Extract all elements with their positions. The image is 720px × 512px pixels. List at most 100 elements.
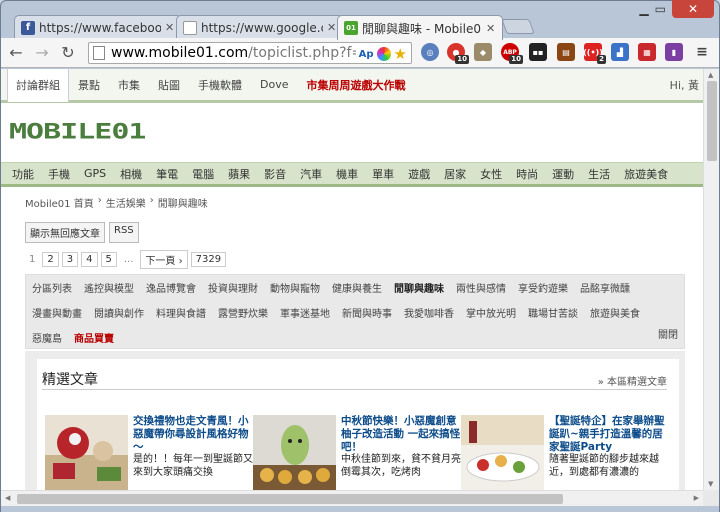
url-text[interactable]: www.mobile01.com/topiclist.php?f=37 xyxy=(111,45,356,61)
scroll-down-icon[interactable]: ▼ xyxy=(708,480,713,488)
forum-item[interactable]: 兩性與感情 xyxy=(450,275,512,300)
category-item[interactable]: 筆電 xyxy=(149,166,185,182)
featured-more-link[interactable]: » 本區精選文章 xyxy=(598,373,667,388)
topmenu-spots[interactable]: 景點 xyxy=(69,69,109,102)
featured-card[interactable]: 中秋節快樂！小惡魔創意柚子改造活動 一起來搞怪吧！ 中秋佳節到來，貧不貧月亮倒霉… xyxy=(253,415,463,490)
close-window-icon[interactable]: ✕ xyxy=(672,0,714,18)
forum-item[interactable]: 軍事迷基地 xyxy=(274,300,336,325)
last-page-link[interactable]: 7329 xyxy=(190,252,227,267)
mobile01-logo[interactable]: MOBILE01 xyxy=(9,116,146,146)
forum-item[interactable]: 享受釣遊樂 xyxy=(512,275,574,300)
scroll-left-icon[interactable]: ◀ xyxy=(5,494,10,502)
forum-item-current[interactable]: 閒聊與趣味 xyxy=(388,275,450,300)
featured-card[interactable]: 【聖誕特企】在家舉辦聖誕趴~親手打造溫馨的居家聖誕Party 隨著聖誕節的腳步越… xyxy=(461,415,671,490)
forum-item[interactable]: 動物與寵物 xyxy=(264,275,326,300)
breadcrumb-section[interactable]: 生活娛樂 xyxy=(106,195,146,210)
category-item[interactable]: 旅遊美食 xyxy=(617,166,675,182)
category-item[interactable]: 單車 xyxy=(365,166,401,182)
extension-icon[interactable]: ▮ xyxy=(665,43,683,61)
extension-icon[interactable]: ((•)) 2 xyxy=(583,43,606,64)
page-link[interactable]: 5 xyxy=(100,252,117,267)
category-item[interactable]: 電腦 xyxy=(185,166,221,182)
breadcrumb-current[interactable]: 閒聊與趣味 xyxy=(158,195,208,210)
topmenu-market[interactable]: 市集 xyxy=(109,69,149,102)
category-item[interactable]: 功能 xyxy=(5,166,41,182)
forum-item[interactable]: 職場甘苦談 xyxy=(522,300,584,325)
close-tab-icon[interactable]: ✕ xyxy=(486,22,496,35)
back-arrow-icon[interactable]: ← xyxy=(5,42,27,64)
card-title[interactable]: 中秋節快樂！小惡魔創意柚子改造活動 一起來搞怪吧！ xyxy=(341,415,461,454)
card-thumbnail[interactable] xyxy=(45,415,128,490)
user-greeting[interactable]: Hi, 黃 xyxy=(670,77,699,93)
forum-item[interactable]: 分區列表 xyxy=(26,275,78,300)
card-title[interactable]: 交換禮物也走文青風！小惡魔帶你尋設計風格好物～ xyxy=(133,415,253,454)
topmenu-dove[interactable]: Dove xyxy=(251,69,297,102)
tab-facebook[interactable]: f https://www.facebook ✕ xyxy=(14,15,182,39)
forum-item[interactable]: 露營野炊樂 xyxy=(212,300,274,325)
bookmark-star-icon[interactable]: ★ xyxy=(394,45,407,63)
forum-item[interactable]: 品酩享微醺 xyxy=(574,275,636,300)
featured-card[interactable]: 交換禮物也走文青風！小惡魔帶你尋設計風格好物～ 是的！！每年一到聖誕節又來到大家… xyxy=(45,415,255,490)
adblock-icon[interactable]: ABP 10 xyxy=(501,43,523,64)
page-link[interactable]: 4 xyxy=(81,252,98,267)
topmenu-event[interactable]: 市集周周遊戲大作戰 xyxy=(297,69,414,102)
forum-item[interactable]: 閱讀與創作 xyxy=(88,300,150,325)
extension-icon[interactable]: ▟ xyxy=(611,43,629,61)
close-forum-list-button[interactable]: 關閉 xyxy=(658,326,678,341)
translate-icon[interactable]: Ap xyxy=(359,49,374,60)
color-picker-icon[interactable] xyxy=(376,47,391,61)
scroll-up-icon[interactable]: ▲ xyxy=(708,71,713,79)
card-thumbnail[interactable] xyxy=(461,415,544,490)
vertical-scroll-thumb[interactable] xyxy=(707,81,717,161)
category-item[interactable]: 運動 xyxy=(545,166,581,182)
forum-item-market[interactable]: 商品買賣 xyxy=(68,325,120,350)
category-item[interactable]: GPS xyxy=(77,167,113,180)
category-item[interactable]: 遊戲 xyxy=(401,166,437,182)
forum-item[interactable]: 逸品博覽會 xyxy=(140,275,202,300)
topmenu-photos[interactable]: 貼圖 xyxy=(149,69,189,102)
forum-item[interactable]: 投資與理財 xyxy=(202,275,264,300)
forward-arrow-icon[interactable]: → xyxy=(31,42,53,64)
close-tab-icon[interactable]: ✕ xyxy=(165,21,175,34)
forum-item[interactable]: 遙控與模型 xyxy=(78,275,140,300)
minimize-icon[interactable]: ▁ xyxy=(639,2,648,16)
topmenu-apps[interactable]: 手機軟體 xyxy=(189,69,251,102)
extension-icon[interactable]: ▤ xyxy=(557,43,575,61)
address-bar[interactable]: www.mobile01.com/topiclist.php?f=37 Ap ★ xyxy=(88,42,412,64)
page-link[interactable]: 2 xyxy=(42,252,59,267)
page-link[interactable]: 3 xyxy=(61,252,79,267)
horizontal-scroll-thumb[interactable] xyxy=(17,494,563,504)
vertical-scrollbar[interactable]: ▲ ▼ xyxy=(703,69,719,490)
category-item[interactable]: 汽車 xyxy=(293,166,329,182)
category-item[interactable]: 女性 xyxy=(473,166,509,182)
forum-item[interactable]: 新聞與時事 xyxy=(336,300,398,325)
forum-item[interactable]: 料理與食譜 xyxy=(150,300,212,325)
card-title[interactable]: 【聖誕特企】在家舉辦聖誕趴~親手打造溫馨的居家聖誕Party xyxy=(549,415,669,454)
category-item[interactable]: 影音 xyxy=(257,166,293,182)
forum-item[interactable]: 旅遊與美食 xyxy=(584,300,646,325)
tab-mobile01[interactable]: 01 閒聊與趣味 - Mobile01 ✕ xyxy=(337,15,503,40)
rss-button[interactable]: RSS xyxy=(109,222,139,243)
breadcrumb-home[interactable]: Mobile01 首頁 xyxy=(25,195,94,210)
menu-icon[interactable]: ≡ xyxy=(693,43,711,61)
extension-icon[interactable]: ◆ xyxy=(474,43,492,61)
new-tab-button[interactable] xyxy=(501,19,535,34)
category-item[interactable]: 時尚 xyxy=(509,166,545,182)
scroll-right-icon[interactable]: ▶ xyxy=(694,494,699,502)
forum-item[interactable]: 漫畫與動畫 xyxy=(26,300,88,325)
category-item[interactable]: 手機 xyxy=(41,166,77,182)
close-tab-icon[interactable]: ✕ xyxy=(327,21,337,34)
category-item[interactable]: 居家 xyxy=(437,166,473,182)
forum-item[interactable]: 掌中放光明 xyxy=(460,300,522,325)
category-item[interactable]: 蘋果 xyxy=(221,166,257,182)
unreplied-button[interactable]: 顯示無回應文章 xyxy=(25,222,105,243)
forum-item[interactable]: 健康與養生 xyxy=(326,275,388,300)
category-item[interactable]: 機車 xyxy=(329,166,365,182)
tab-google[interactable]: https://www.google.co ✕ xyxy=(176,15,344,39)
extension-icon[interactable]: ▦ xyxy=(638,43,656,61)
next-page-link[interactable]: 下一頁 › xyxy=(140,250,188,269)
extension-icon[interactable]: ◎ xyxy=(421,43,439,61)
maximize-icon[interactable]: ▭ xyxy=(655,2,666,16)
reload-icon[interactable]: ↻ xyxy=(57,42,79,64)
category-item[interactable]: 生活 xyxy=(581,166,617,182)
